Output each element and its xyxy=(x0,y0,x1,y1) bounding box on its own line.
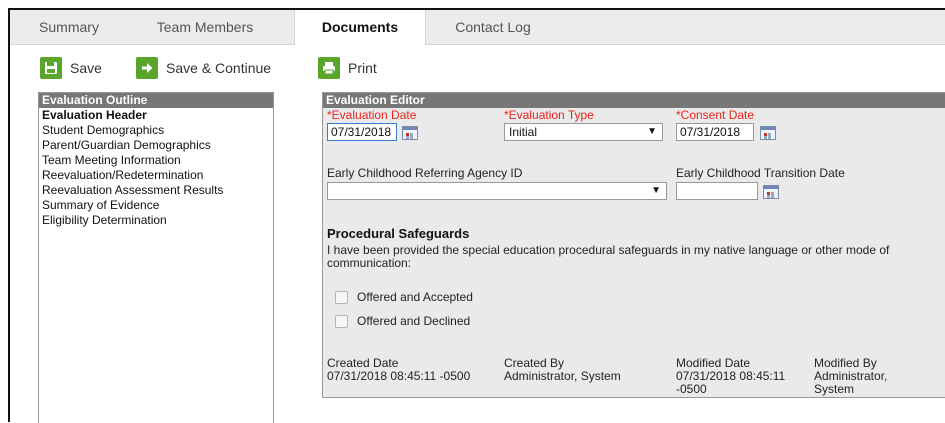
procedural-safeguards-description: I have been provided the special educati… xyxy=(327,243,890,270)
referring-agency-label: Early Childhood Referring Agency ID xyxy=(327,166,523,180)
referring-agency-select[interactable]: ▼ xyxy=(327,182,667,200)
calendar-icon[interactable] xyxy=(402,126,418,140)
tab-team-members[interactable]: Team Members xyxy=(144,10,266,44)
tab-summary[interactable]: Summary xyxy=(24,10,114,44)
save-continue-button[interactable]: Save & Continue xyxy=(136,54,271,82)
arrow-right-icon xyxy=(136,57,158,79)
outline-title: Evaluation Outline xyxy=(39,93,273,108)
evaluation-type-select[interactable]: Initial ▼ xyxy=(504,123,663,141)
modified-date-value: 07/31/2018 08:45:11 -0500 xyxy=(676,369,786,396)
tab-documents[interactable]: Documents xyxy=(294,10,426,45)
transition-date-input[interactable] xyxy=(676,182,758,200)
evaluation-outline-panel: Evaluation Outline Evaluation Header Stu… xyxy=(38,92,274,423)
calendar-icon[interactable] xyxy=(763,185,779,199)
evaluation-type-label: *Evaluation Type xyxy=(504,108,594,122)
outline-item-team-meeting-information[interactable]: Team Meeting Information xyxy=(42,153,273,168)
transition-date-label: Early Childhood Transition Date xyxy=(676,166,845,180)
outline-item-summary-of-evidence[interactable]: Summary of Evidence xyxy=(42,198,273,213)
printer-icon xyxy=(318,57,340,79)
evaluation-date-input[interactable]: 07/31/2018 xyxy=(327,123,397,141)
evaluation-date-label: *Evaluation Date xyxy=(327,108,417,122)
consent-date-input[interactable]: 07/31/2018 xyxy=(676,123,754,141)
offered-accepted-option[interactable]: Offered and Accepted xyxy=(335,290,473,304)
evaluation-editor-panel: Evaluation Editor *Evaluation Date 07/31… xyxy=(322,92,945,398)
offered-accepted-checkbox[interactable] xyxy=(335,290,348,304)
outline-item-reevaluation-assessment-results[interactable]: Reevaluation Assessment Results xyxy=(42,183,273,198)
save-continue-label: Save & Continue xyxy=(166,60,272,76)
outline-item-evaluation-header[interactable]: Evaluation Header xyxy=(42,108,273,123)
chevron-down-icon: ▼ xyxy=(651,185,661,196)
modified-by: Modified By Administrator, System xyxy=(814,357,914,396)
outline-list: Evaluation Header Student Demographics P… xyxy=(39,108,273,228)
consent-date-label: *Consent Date xyxy=(676,108,755,122)
offered-declined-option[interactable]: Offered and Declined xyxy=(335,314,470,328)
save-label: Save xyxy=(70,60,102,76)
offered-declined-checkbox[interactable] xyxy=(335,314,348,328)
print-label: Print xyxy=(348,60,377,76)
tab-bar: Summary Team Members Documents Contact L… xyxy=(10,10,945,45)
outline-item-student-demographics[interactable]: Student Demographics xyxy=(42,123,273,138)
outline-item-parent-guardian-demographics[interactable]: Parent/Guardian Demographics xyxy=(42,138,273,153)
editor-title: Evaluation Editor xyxy=(323,93,945,108)
app-frame: Summary Team Members Documents Contact L… xyxy=(8,8,945,423)
modified-by-value: Administrator, System xyxy=(814,369,888,396)
procedural-safeguards-heading: Procedural Safeguards xyxy=(327,226,470,241)
floppy-disk-icon xyxy=(40,57,62,79)
outline-item-eligibility-determination[interactable]: Eligibility Determination xyxy=(42,213,273,228)
created-by: Created By Administrator, System xyxy=(504,357,621,383)
offered-accepted-label: Offered and Accepted xyxy=(357,290,473,304)
created-by-value: Administrator, System xyxy=(504,369,621,383)
tab-contact-log[interactable]: Contact Log xyxy=(438,10,548,44)
print-button[interactable]: Print xyxy=(318,54,377,82)
toolbar: Save Save & Continue Print xyxy=(10,54,945,84)
modified-date: Modified Date 07/31/2018 08:45:11 -0500 xyxy=(676,357,810,396)
save-button[interactable]: Save xyxy=(40,54,102,82)
calendar-icon[interactable] xyxy=(760,126,776,140)
created-date: Created Date 07/31/2018 08:45:11 -0500 xyxy=(327,357,470,383)
chevron-down-icon: ▼ xyxy=(647,126,657,137)
evaluation-type-value: Initial xyxy=(509,125,538,139)
offered-declined-label: Offered and Declined xyxy=(357,314,471,328)
created-date-value: 07/31/2018 08:45:11 -0500 xyxy=(327,369,471,383)
outline-item-reevaluation-redetermination[interactable]: Reevaluation/Redetermination xyxy=(42,168,273,183)
